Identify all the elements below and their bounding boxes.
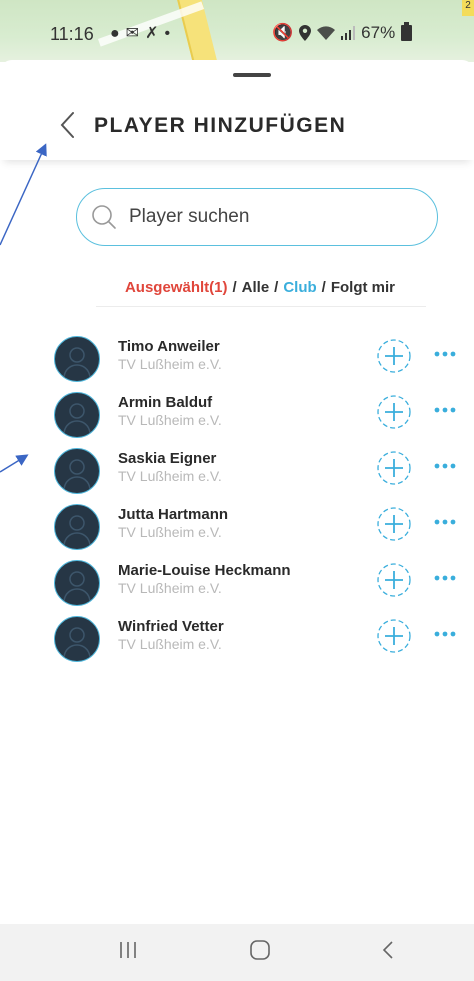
more-options-button[interactable] (432, 514, 460, 530)
plus-circle-icon (377, 395, 411, 429)
more-options-button[interactable] (432, 458, 460, 474)
more-options-button[interactable] (432, 570, 460, 586)
search-icon (92, 205, 116, 229)
plus-circle-icon (377, 563, 411, 597)
notification-badge: 2 (462, 0, 474, 16)
more-options-button[interactable] (432, 402, 460, 418)
home-icon (250, 940, 270, 960)
user-icon (63, 459, 91, 490)
player-club: TV Lußheim e.V. (118, 412, 222, 428)
notification-icons: ●✉✗• (110, 23, 176, 43)
player-row[interactable]: Timo Anweiler TV Lußheim e.V. (0, 330, 474, 386)
more-dots-icon (434, 463, 456, 469)
system-nav-bar (0, 924, 474, 981)
more-dots-icon (434, 519, 456, 525)
missed-call-icon: ✗ (145, 25, 165, 42)
filter-separator: / (274, 279, 279, 296)
wifi-icon (317, 26, 336, 40)
page-title: PLAYER HINZUFÜGEN (94, 114, 347, 137)
player-name: Timo Anweiler (118, 338, 220, 355)
user-icon (63, 571, 91, 602)
player-name: Marie-Louise Heckmann (118, 562, 291, 579)
player-row[interactable]: Winfried Vetter TV Lußheim e.V. (0, 610, 474, 666)
plus-circle-icon (377, 507, 411, 541)
more-dots-icon (434, 407, 456, 413)
player-row[interactable]: Marie-Louise Heckmann TV Lußheim e.V. (0, 554, 474, 610)
plus-circle-icon (377, 619, 411, 653)
back-icon (382, 941, 393, 959)
filter-separator: / (232, 279, 237, 296)
add-player-button[interactable] (376, 450, 412, 486)
avatar (54, 448, 100, 494)
filter-club[interactable]: Club (283, 279, 316, 296)
home-button[interactable] (248, 938, 272, 967)
status-bar: 11:16 ●✉✗• 🔇 67% 2 (0, 0, 474, 62)
add-player-button[interactable] (376, 618, 412, 654)
more-options-button[interactable] (432, 626, 460, 642)
recent-apps-button[interactable] (118, 938, 138, 967)
battery-percent: 67% (361, 23, 396, 42)
avatar (54, 560, 100, 606)
player-club: TV Lußheim e.V. (118, 636, 222, 652)
signal-icon (341, 26, 356, 40)
battery-icon (401, 22, 413, 41)
player-club: TV Lußheim e.V. (118, 524, 222, 540)
avatar (54, 616, 100, 662)
more-options-button[interactable] (432, 346, 460, 362)
player-name: Jutta Hartmann (118, 506, 229, 523)
avatar (54, 392, 100, 438)
more-dots-icon (434, 575, 456, 581)
filter-all[interactable]: Alle (242, 279, 270, 296)
player-club: TV Lußheim e.V. (118, 356, 222, 372)
header: PLAYER HINZUFÜGEN (0, 90, 474, 160)
status-time: 11:16 (50, 24, 94, 44)
recent-apps-icon (120, 942, 136, 958)
divider (96, 306, 426, 307)
system-back-button[interactable] (380, 938, 396, 967)
player-row[interactable]: Armin Balduf TV Lußheim e.V. (0, 386, 474, 442)
avatar (54, 504, 100, 550)
back-button[interactable] (58, 110, 82, 140)
user-icon (63, 403, 91, 434)
player-name: Winfried Vetter (118, 618, 224, 635)
dot-icon: • (164, 25, 177, 42)
add-player-button[interactable] (376, 562, 412, 598)
drag-handle[interactable] (233, 73, 271, 77)
player-row[interactable]: Saskia Eigner TV Lußheim e.V. (0, 442, 474, 498)
filter-follows-me[interactable]: Folgt mir (331, 279, 395, 296)
chevron-left-icon (60, 112, 74, 138)
player-row[interactable]: Jutta Hartmann TV Lußheim e.V. (0, 498, 474, 554)
plus-circle-icon (377, 451, 411, 485)
plus-circle-icon (377, 339, 411, 373)
add-player-button[interactable] (376, 394, 412, 430)
add-player-button[interactable] (376, 506, 412, 542)
more-dots-icon (434, 631, 456, 637)
avatar (54, 336, 100, 382)
mute-icon: 🔇 (272, 23, 294, 42)
player-club: TV Lußheim e.V. (118, 580, 222, 596)
user-icon (63, 347, 91, 378)
player-name: Armin Balduf (118, 394, 213, 411)
add-player-button[interactable] (376, 338, 412, 374)
player-name: Saskia Eigner (118, 450, 217, 467)
filter-tabs: Ausgewählt(1) / Alle / Club / Folgt mir (0, 279, 474, 296)
user-icon (63, 627, 91, 658)
filter-selected[interactable]: Ausgewählt(1) (125, 279, 228, 296)
search-input[interactable] (127, 205, 401, 229)
user-icon (63, 515, 91, 546)
search-box[interactable] (76, 188, 438, 246)
more-dots-icon (434, 351, 456, 357)
status-right: 🔇 67% (272, 22, 413, 43)
mail-icon: ✉ (125, 25, 146, 42)
bulb-icon: ● (110, 25, 126, 42)
add-player-sheet: PLAYER HINZUFÜGEN Ausgewählt(1)/Alle/Clu… (0, 60, 474, 921)
player-club: TV Lußheim e.V. (118, 468, 222, 484)
location-icon (299, 25, 312, 41)
filter-separator: / (321, 279, 326, 296)
